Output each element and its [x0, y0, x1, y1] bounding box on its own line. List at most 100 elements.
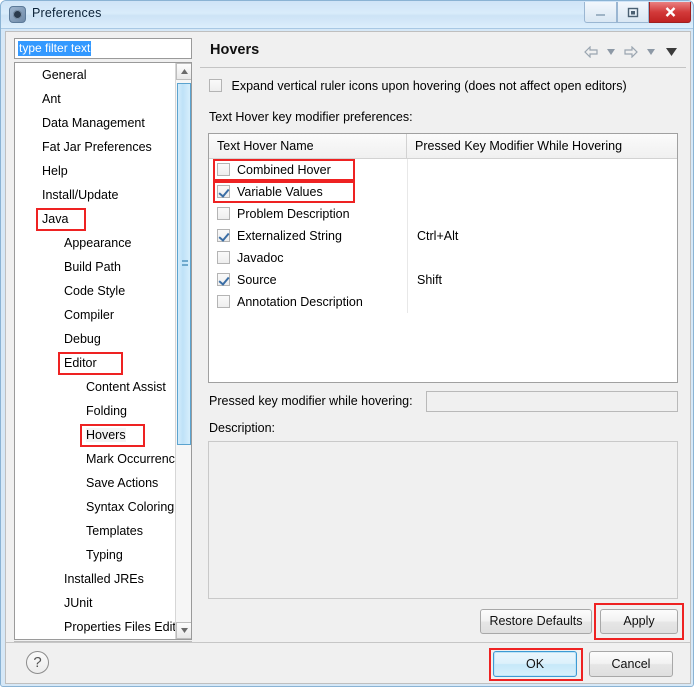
tree-item-code-style[interactable]: Code Style: [15, 279, 175, 303]
tree-item-debug[interactable]: Debug: [15, 327, 175, 351]
expand-ruler-checkbox[interactable]: [209, 79, 222, 92]
table-row[interactable]: Problem Description: [209, 203, 677, 225]
view-menu-icon: [665, 48, 677, 56]
back-dropdown-button[interactable]: [602, 43, 620, 61]
hover-modifier-cell[interactable]: [407, 181, 677, 203]
hover-name-cell: Annotation Description: [209, 295, 407, 309]
tree-item-label: Hovers: [86, 428, 126, 442]
tree-item-folding[interactable]: Folding: [15, 399, 175, 423]
caret-up-icon: [180, 69, 188, 74]
hover-name-label: Combined Hover: [237, 163, 331, 177]
apply-button[interactable]: Apply: [600, 609, 678, 634]
hover-enabled-checkbox[interactable]: [217, 251, 230, 264]
hover-name-label: Annotation Description: [237, 295, 363, 309]
maximize-button[interactable]: [617, 2, 649, 23]
table-row[interactable]: Javadoc: [209, 247, 677, 269]
page-menu-button[interactable]: [662, 43, 680, 61]
column-header-modifier[interactable]: Pressed Key Modifier While Hovering: [407, 134, 677, 158]
tree-item-templates[interactable]: Templates: [15, 519, 175, 543]
tree-item-label: Appearance: [64, 236, 132, 250]
tree-item-java[interactable]: Java: [15, 207, 175, 231]
hover-enabled-checkbox[interactable]: [217, 185, 230, 198]
hover-modifier-cell[interactable]: [407, 159, 677, 181]
tree-item-label: Debug: [64, 332, 101, 346]
back-arrow-icon: [584, 46, 598, 58]
cancel-button[interactable]: Cancel: [589, 651, 673, 677]
hover-enabled-checkbox[interactable]: [217, 273, 230, 286]
hover-enabled-checkbox[interactable]: [217, 229, 230, 242]
hover-modifier-cell[interactable]: Ctrl+Alt: [407, 225, 677, 247]
tree-item-compiler[interactable]: Compiler: [15, 303, 175, 327]
hover-enabled-checkbox[interactable]: [217, 295, 230, 308]
filter-input[interactable]: type filter text: [14, 38, 192, 59]
tree-item-install-update[interactable]: Install/Update: [15, 183, 175, 207]
scroll-up-button[interactable]: [176, 63, 191, 80]
hover-enabled-checkbox[interactable]: [217, 163, 230, 176]
forward-button[interactable]: [622, 43, 640, 61]
restore-defaults-button[interactable]: Restore Defaults: [480, 609, 592, 634]
filter-input-value: type filter text: [18, 41, 92, 56]
minimize-button[interactable]: [584, 2, 617, 23]
page-title: Hovers: [210, 42, 260, 58]
hover-modifier-cell[interactable]: [407, 291, 677, 313]
tree-vertical-scrollbar[interactable]: [175, 63, 191, 639]
tree-item-label: Data Management: [42, 116, 145, 130]
tree-item-junit[interactable]: JUnit: [15, 591, 175, 615]
tree-item-hovers[interactable]: Hovers: [15, 423, 175, 447]
tree-item-editor[interactable]: Editor: [15, 351, 175, 375]
tree-item-list: General Ant Data Management Fat Jar Prefere…: [15, 63, 188, 640]
tree-item-content-assist[interactable]: Content Assist: [15, 375, 175, 399]
hover-table[interactable]: Text Hover Name Pressed Key Modifier Whi…: [208, 133, 678, 383]
hover-enabled-checkbox[interactable]: [217, 207, 230, 220]
table-row[interactable]: Annotation Description: [209, 291, 677, 313]
preferences-tree[interactable]: General Ant Data Management Fat Jar Prefere…: [14, 62, 192, 640]
modifier-input[interactable]: [426, 391, 678, 412]
tree-item-installed-jres[interactable]: Installed JREs: [15, 567, 175, 591]
hover-name-label: Externalized String: [237, 229, 342, 243]
hover-modifier-cell[interactable]: [407, 203, 677, 225]
caret-down-icon: [180, 628, 188, 633]
tree-item-fat-jar-preferences[interactable]: Fat Jar Preferences: [15, 135, 175, 159]
tree-item-typing[interactable]: Typing: [15, 543, 175, 567]
scroll-down-button[interactable]: [176, 622, 191, 639]
tree-item-label: Build Path: [64, 260, 121, 274]
tree-item-label: Java: [42, 212, 69, 226]
tree-item-java-ee[interactable]: Java EE: [15, 639, 175, 640]
tree-item-label: Editor: [64, 356, 97, 370]
table-row[interactable]: Variable Values: [209, 181, 677, 203]
tree-item-appearance[interactable]: Appearance: [15, 231, 175, 255]
tree-item-label: Mark Occurrences: [86, 452, 189, 466]
tree-scroll-thumb[interactable]: [177, 83, 191, 445]
ok-button[interactable]: OK: [493, 651, 577, 677]
tree-item-mark-occurrences[interactable]: Mark Occurrences: [15, 447, 188, 471]
tree-item-label: Help: [42, 164, 68, 178]
title-bar: Preferences: [1, 1, 693, 29]
tree-item-save-actions[interactable]: Save Actions: [15, 471, 175, 495]
tree-item-general[interactable]: General: [15, 63, 175, 87]
column-header-name[interactable]: Text Hover Name: [209, 134, 407, 158]
table-row[interactable]: Source Shift: [209, 269, 677, 291]
tree-item-data-management[interactable]: Data Management: [15, 111, 175, 135]
back-button[interactable]: [582, 43, 600, 61]
tree-item-properties-files-editor[interactable]: Properties Files Editor: [15, 615, 187, 639]
tree-item-ant[interactable]: Ant: [15, 87, 175, 111]
tree-item-label: Templates: [86, 524, 143, 538]
maximize-icon: [627, 7, 639, 17]
forward-dropdown-button[interactable]: [642, 43, 660, 61]
table-row[interactable]: Externalized String Ctrl+Alt: [209, 225, 677, 247]
close-button[interactable]: [649, 2, 691, 23]
hover-modifier-cell[interactable]: [407, 247, 677, 269]
table-row[interactable]: Combined Hover: [209, 159, 677, 181]
tree-item-build-path[interactable]: Build Path: [15, 255, 175, 279]
hover-modifier-cell[interactable]: Shift: [407, 269, 677, 291]
expand-ruler-row[interactable]: Expand vertical ruler icons upon hoverin…: [209, 79, 627, 93]
help-icon[interactable]: ?: [26, 651, 49, 674]
close-icon: [665, 7, 675, 17]
preference-page: Hovers Expand vertical ruler icons upon …: [200, 36, 686, 640]
hover-name-label: Javadoc: [237, 251, 284, 265]
tree-item-help[interactable]: Help: [15, 159, 175, 183]
tree-item-syntax-coloring[interactable]: Syntax Coloring: [15, 495, 175, 519]
tree-item-label: Typing: [86, 548, 123, 562]
dialog-body: type filter text General Ant Data Manageme…: [5, 31, 691, 684]
expand-ruler-label: Expand vertical ruler icons upon hoverin…: [231, 79, 627, 93]
